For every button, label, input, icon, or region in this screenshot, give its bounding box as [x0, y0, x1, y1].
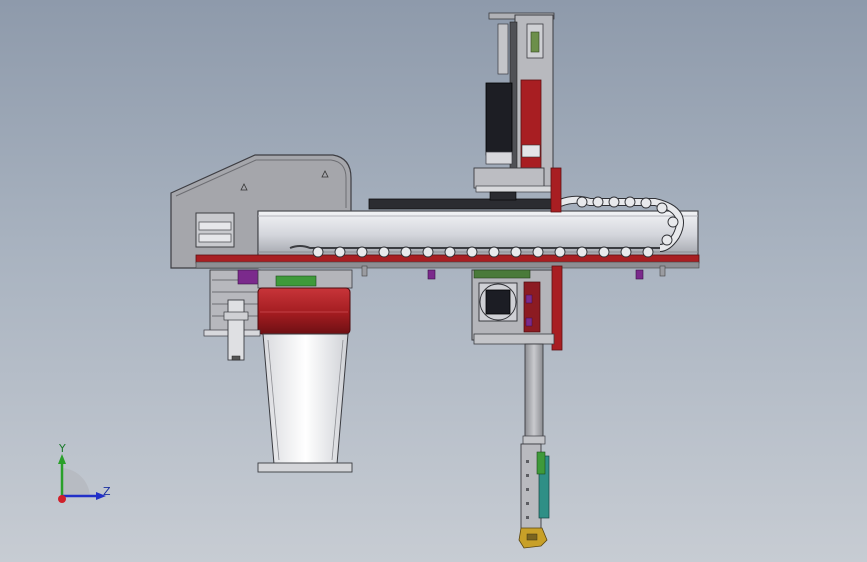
carriage-block [471, 265, 563, 351]
orientation-triad: Y Z [40, 438, 120, 508]
left-lower-assembly [203, 269, 353, 473]
cad-viewport[interactable]: Y Z [0, 0, 867, 562]
vertical-column-upper [473, 12, 562, 213]
axis-z-label: Z [103, 485, 111, 498]
vertical-arm-lower [518, 343, 550, 549]
axis-y-label: Y [59, 442, 66, 455]
gantry-robot-model[interactable] [0, 0, 867, 562]
